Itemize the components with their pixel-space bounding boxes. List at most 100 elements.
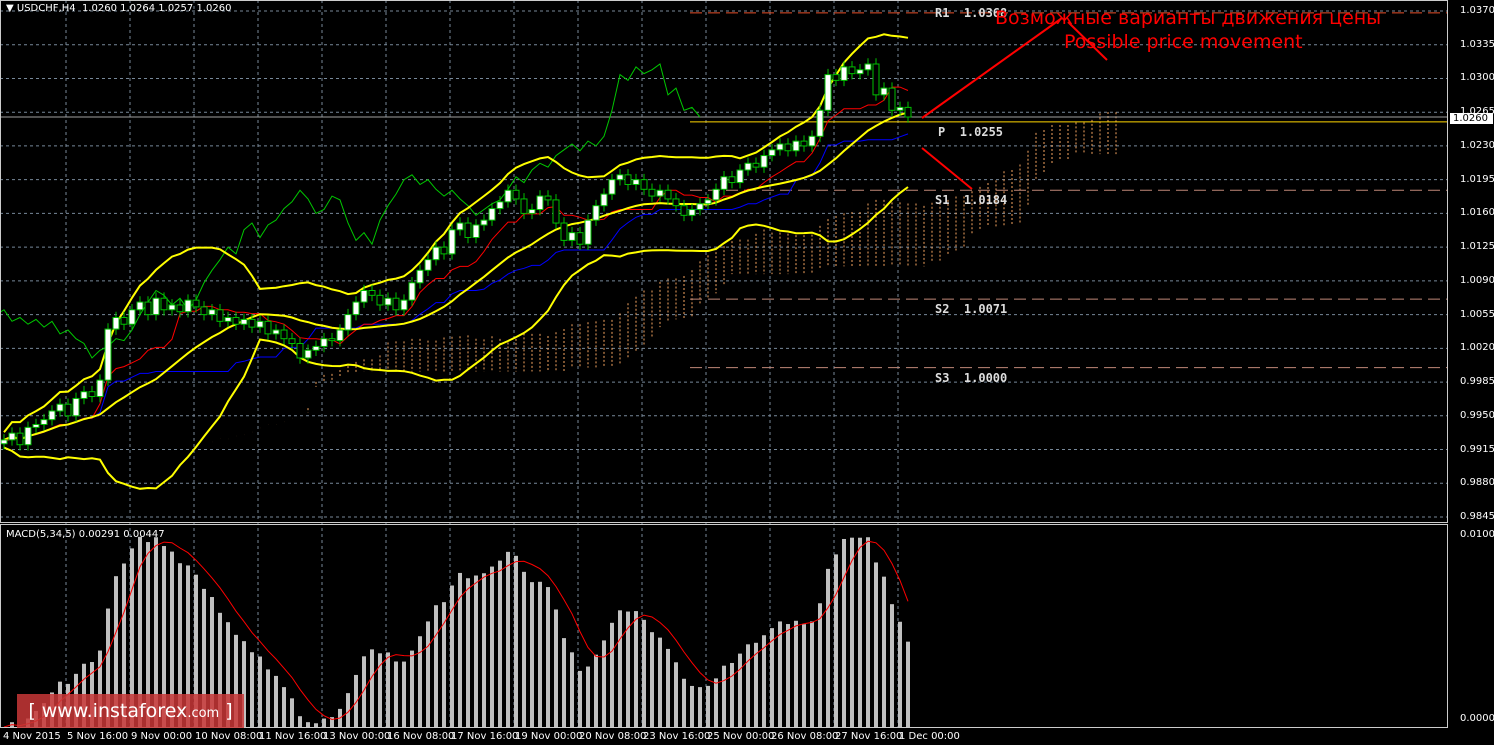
candle [568, 232, 576, 241]
candle [624, 174, 632, 185]
candle [136, 301, 144, 311]
candle [272, 329, 280, 335]
pivot-label-s3: S3 1.0000 [935, 370, 1008, 385]
candle [432, 246, 440, 261]
macd-bar [794, 620, 798, 727]
candle [576, 232, 584, 245]
price-tick: 1.0160 [1460, 207, 1494, 219]
macd-label: MACD(5,34,5) 0.00291 0.00447 [6, 529, 165, 540]
down-arrow-line [921, 147, 973, 190]
macd-bar [474, 575, 478, 727]
candle [208, 309, 216, 316]
candle [32, 423, 40, 428]
macd-bar [570, 652, 574, 727]
annotation-english: Possible price movement [1064, 31, 1303, 53]
macd-bar [690, 685, 694, 727]
candle [904, 106, 912, 118]
macd-bar [738, 653, 742, 727]
price-tick: 1.0265 [1460, 106, 1494, 118]
candle [448, 229, 456, 255]
candle [744, 162, 752, 171]
candle [336, 329, 344, 342]
time-tick: 27 Nov 16:00 [835, 731, 903, 742]
time-tick: 4 Nov 2015 [3, 731, 61, 742]
candle [840, 66, 848, 81]
candle [320, 338, 328, 347]
macd-bar [858, 537, 862, 727]
macd-bar [250, 652, 254, 727]
macd-bar [370, 649, 374, 727]
candle [280, 329, 288, 340]
macd-bar [410, 650, 414, 727]
instaforex-logo[interactable]: [ www.instaforex.com ] [17, 694, 244, 728]
candle [248, 318, 256, 328]
candle [504, 189, 512, 203]
candle [808, 135, 816, 147]
macd-bar [386, 652, 390, 727]
macd-bar [730, 662, 734, 727]
candle [864, 63, 872, 71]
candle [544, 195, 552, 201]
candle [128, 309, 136, 325]
candle [368, 290, 376, 296]
candle [792, 140, 800, 152]
candle [176, 304, 184, 313]
candle [672, 198, 680, 207]
candle [296, 343, 304, 359]
price-tick: 1.0020 [1460, 342, 1494, 354]
candle [848, 66, 856, 75]
macd-bar [626, 611, 630, 727]
candle [184, 299, 192, 313]
macd-bar [306, 722, 310, 727]
candle [64, 403, 72, 417]
macd-bar [258, 656, 262, 727]
price-tick: 1.0195 [1460, 173, 1494, 185]
up-arrow-line [921, 17, 1063, 119]
symbol-label: USDCHF,H4 [16, 3, 76, 14]
candle [712, 188, 720, 201]
candle [480, 219, 488, 226]
macd-bar [530, 582, 534, 727]
candle [528, 209, 536, 214]
candle [344, 314, 352, 331]
candle [88, 391, 96, 398]
macd-bar [698, 687, 702, 727]
macd-bar [770, 628, 774, 727]
macd-bar [546, 587, 550, 727]
macd-bar [666, 648, 670, 727]
macd-bar [586, 666, 590, 727]
candle [888, 87, 896, 111]
candle [120, 316, 128, 325]
candle [760, 155, 768, 168]
ichimoku-cloud [307, 111, 1117, 413]
macd-bar [890, 604, 894, 727]
candle [816, 109, 824, 137]
candle [728, 176, 736, 184]
macd-bar [274, 675, 278, 727]
candle [160, 297, 168, 311]
macd-bar [714, 678, 718, 727]
price-tick: 1.0125 [1460, 241, 1494, 253]
candle [8, 432, 16, 441]
macd-bar [618, 610, 622, 727]
collapse-triangle-icon[interactable]: ▼ [6, 3, 14, 14]
candle [696, 203, 704, 211]
macd-bar [826, 568, 830, 727]
candle [656, 189, 664, 197]
candle [400, 299, 408, 311]
candle [896, 106, 904, 111]
macd-bar [578, 670, 582, 727]
candle [256, 320, 264, 328]
candle [24, 426, 32, 446]
macd-bar [658, 637, 662, 727]
macd-bar [778, 621, 782, 727]
candle [704, 199, 712, 205]
pivot-label-s1: S1 1.0184 [935, 193, 1008, 208]
candle [80, 391, 88, 399]
price-chart[interactable] [0, 0, 1494, 745]
candle [144, 301, 152, 316]
macd-bar [282, 687, 286, 727]
candle [200, 306, 208, 316]
candle [560, 222, 568, 241]
candle [584, 219, 592, 245]
